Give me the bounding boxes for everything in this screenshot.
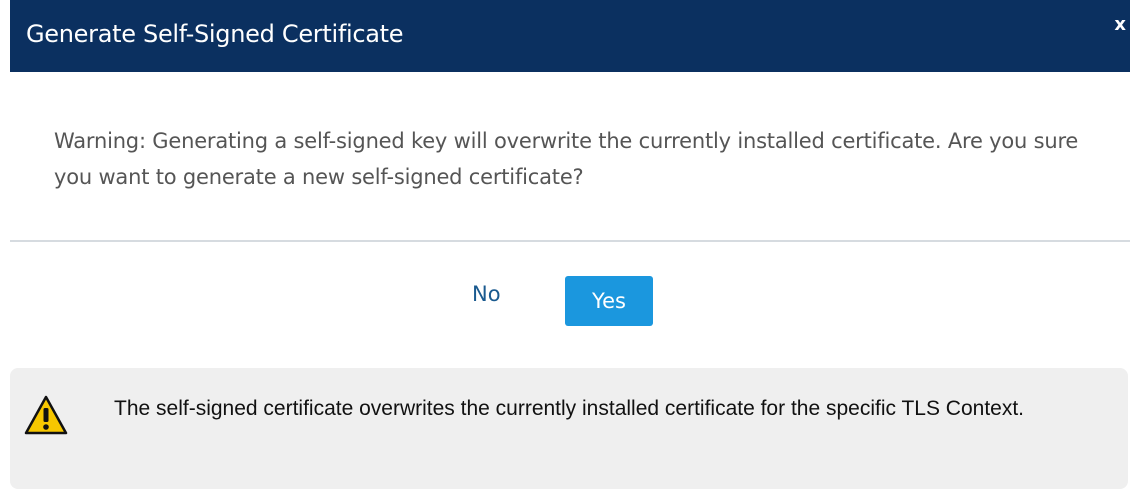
dialog-header: Generate Self-Signed Certificate x [10,0,1130,72]
yes-button[interactable]: Yes [565,276,653,326]
note-box: The self-signed certificate overwrites t… [10,368,1128,489]
close-button[interactable]: x [1114,14,1126,35]
dialog-message: Warning: Generating a self-signed key wi… [54,129,1079,189]
warning-icon [24,395,68,435]
generate-certificate-dialog: Generate Self-Signed Certificate x Warni… [10,0,1130,336]
note-text: The self-signed certificate overwrites t… [114,397,1025,420]
dialog-divider [10,240,1130,242]
no-button[interactable]: No [472,282,501,306]
dialog-title: Generate Self-Signed Certificate [26,20,404,48]
